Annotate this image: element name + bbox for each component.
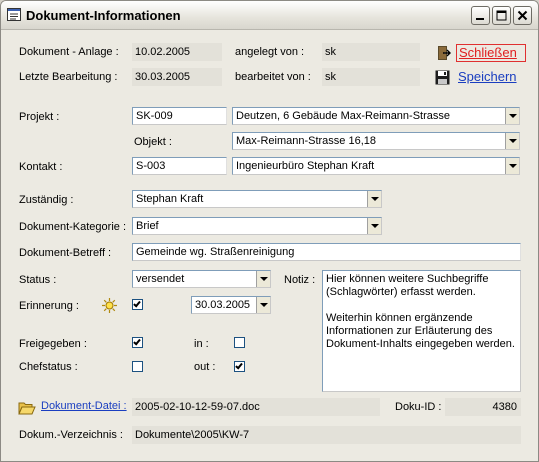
betreff-field[interactable]: Gemeinde wg. Straßenreinigung <box>132 243 521 261</box>
verzeichnis-label: Dokum.-Verzeichnis : <box>19 429 123 441</box>
bearbeitung-value: 30.03.2005 <box>132 68 222 86</box>
status-label: Status : <box>19 274 57 286</box>
minimize-button[interactable] <box>471 6 490 25</box>
status-value: versendet <box>136 273 185 285</box>
chevron-down-icon[interactable] <box>505 108 519 124</box>
schliessen-button[interactable]: Schließen <box>456 44 526 62</box>
betreff-label: Dokument-Betreff : <box>19 247 112 259</box>
chefstatus-checkbox[interactable] <box>132 361 143 372</box>
speichern-link[interactable]: Speichern <box>458 69 517 84</box>
freigegeben-label: Freigegeben : <box>19 338 87 350</box>
zustaendig-label: Zuständig : <box>19 194 74 206</box>
projekt-name-value: Deutzen, 6 Gebäude Max-Reimann-Strasse <box>236 110 450 122</box>
chevron-down-icon[interactable] <box>367 218 381 234</box>
minimize-icon <box>476 18 484 20</box>
kategorie-label: Dokument-Kategorie : <box>19 221 126 233</box>
freigegeben-checkbox[interactable] <box>132 337 143 348</box>
kontakt-name-value: Ingenieurbüro Stephan Kraft <box>236 160 375 172</box>
close-window-button[interactable] <box>513 6 532 25</box>
erinnerung-date-dropdown[interactable]: 30.03.2005 <box>191 296 271 314</box>
verzeichnis-value: Dokumente\2005\KW-7 <box>132 426 521 444</box>
title-bar[interactable]: Dokument-Informationen <box>1 1 538 30</box>
maximize-button[interactable] <box>492 6 511 25</box>
erinnerung-label: Erinnerung : <box>19 300 79 312</box>
in-label: in : <box>194 338 209 350</box>
kontakt-code-field[interactable]: S-003 <box>132 157 227 175</box>
bearbeitung-label: Letzte Bearbeitung : <box>19 71 118 83</box>
dokument-informationen-window: Dokument-Informationen Dokument - Anlage… <box>0 0 539 462</box>
projekt-label: Projekt : <box>19 111 60 123</box>
chevron-down-icon[interactable] <box>367 191 381 207</box>
objekt-label: Objekt : <box>134 136 172 148</box>
anlage-value: 10.02.2005 <box>132 43 222 61</box>
angelegt-value: sk <box>322 43 420 61</box>
notiz-textarea[interactable]: Hier können weitere Suchbegriffe (Schlag… <box>322 270 521 392</box>
kategorie-dropdown[interactable]: Brief <box>132 217 382 235</box>
chefstatus-label: Chefstatus : <box>19 361 78 373</box>
kontakt-label: Kontakt : <box>19 161 63 173</box>
out-checkbox[interactable] <box>234 361 245 372</box>
dokument-datei-value: 2005-02-10-12-59-07.doc <box>132 398 380 416</box>
save-disk-icon[interactable] <box>435 70 450 85</box>
maximize-icon <box>496 10 507 21</box>
zustaendig-dropdown[interactable]: Stephan Kraft <box>132 190 382 208</box>
projekt-name-dropdown[interactable]: Deutzen, 6 Gebäude Max-Reimann-Strasse <box>232 107 520 125</box>
objekt-dropdown[interactable]: Max-Reimann-Strasse 16,18 <box>232 132 520 150</box>
anlage-label: Dokument - Anlage : <box>19 46 119 58</box>
open-folder-icon[interactable] <box>18 401 36 415</box>
chevron-down-icon[interactable] <box>256 271 270 287</box>
notiz-label: Notiz : <box>284 274 316 286</box>
objekt-value: Max-Reimann-Strasse 16,18 <box>236 135 377 147</box>
chevron-down-icon[interactable] <box>505 133 519 149</box>
angelegt-label: angelegt von : <box>235 46 305 58</box>
kontakt-name-dropdown[interactable]: Ingenieurbüro Stephan Kraft <box>232 157 520 175</box>
bearbeitet-value: sk <box>322 68 420 86</box>
kategorie-value: Brief <box>136 220 159 232</box>
reminder-alarm-icon[interactable] <box>101 297 118 314</box>
close-icon <box>517 10 528 21</box>
in-checkbox[interactable] <box>234 337 245 348</box>
chevron-down-icon[interactable] <box>505 158 519 174</box>
bearbeitet-label: bearbeitet von : <box>235 71 311 83</box>
exit-door-icon[interactable] <box>435 45 451 61</box>
zustaendig-value: Stephan Kraft <box>136 193 204 205</box>
doku-id-value: 4380 <box>445 398 521 416</box>
status-dropdown[interactable]: versendet <box>132 270 271 288</box>
projekt-code-field[interactable]: SK-009 <box>132 107 227 125</box>
erinnerung-date-value: 30.03.2005 <box>195 299 251 311</box>
erinnerung-checkbox[interactable] <box>132 299 143 310</box>
window-title: Dokument-Informationen <box>26 8 181 23</box>
chevron-down-icon[interactable] <box>256 297 270 313</box>
out-label: out : <box>194 361 216 373</box>
form-icon <box>7 8 21 21</box>
doku-id-label: Doku-ID : <box>395 401 442 413</box>
dokument-datei-link[interactable]: Dokument-Datei : <box>41 400 127 412</box>
